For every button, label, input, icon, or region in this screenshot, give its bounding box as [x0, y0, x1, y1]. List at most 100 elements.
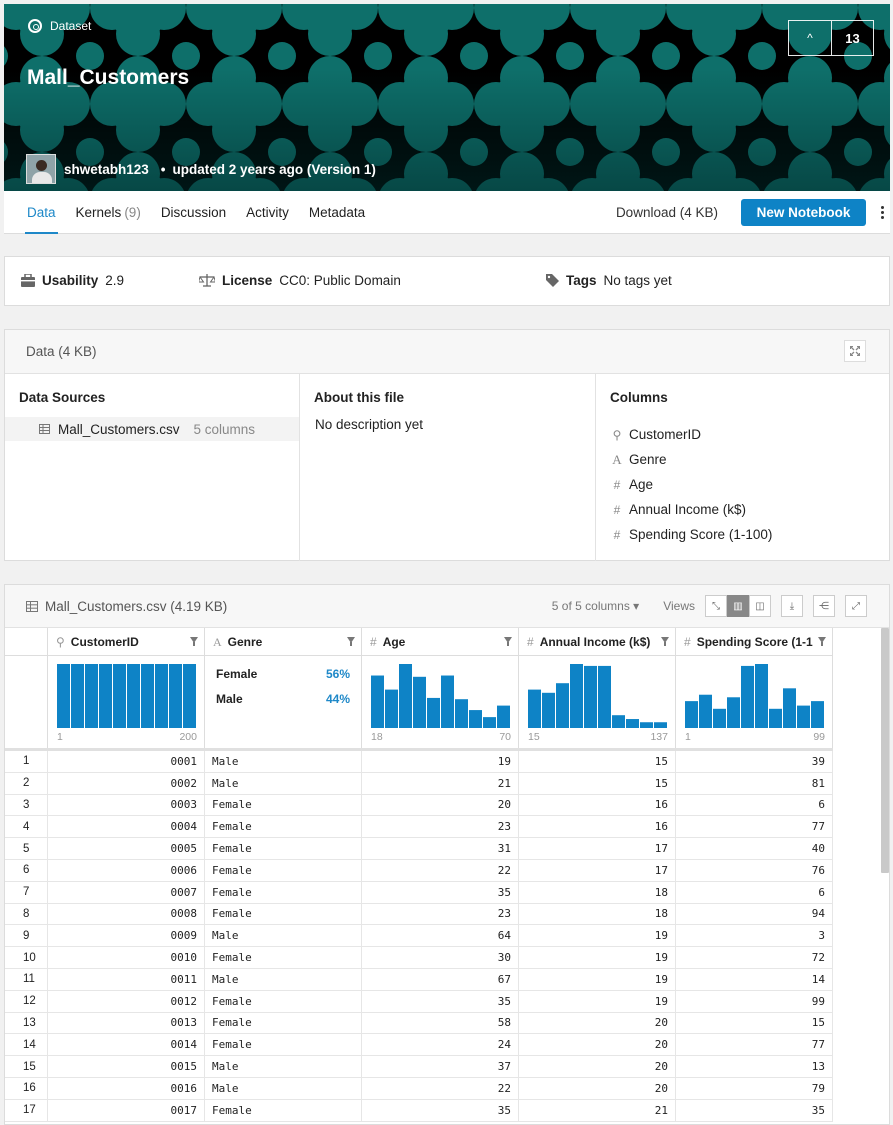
- histogram[interactable]: [371, 664, 511, 728]
- column-header[interactable]: # Age: [362, 628, 519, 656]
- columns-select[interactable]: 5 of 5 columns ▾: [552, 599, 639, 613]
- table-cell: Male: [205, 968, 362, 990]
- table-cell: 37: [362, 1056, 519, 1077]
- table-cell: 6: [676, 881, 833, 903]
- table-cell: 0011: [48, 968, 205, 990]
- table-cell: 77: [676, 816, 833, 838]
- tag-icon: [546, 274, 559, 287]
- table-row: 7 0007 Female 35 18 6: [5, 881, 833, 904]
- expand-icon[interactable]: ⤢: [845, 595, 867, 617]
- filter-icon[interactable]: [190, 637, 198, 646]
- column-header[interactable]: # Spending Score (1-1: [676, 628, 833, 656]
- filter-icon[interactable]: [504, 637, 512, 646]
- histogram-bar: [71, 664, 84, 728]
- table-cell: 0004: [48, 816, 205, 838]
- compact-view-icon[interactable]: ⤡: [705, 595, 727, 617]
- scrollbar[interactable]: [881, 628, 889, 873]
- histogram-bar: [741, 665, 754, 728]
- row-index: 5: [5, 838, 48, 859]
- grid-header-row: ⚲ CustomerID A Genre # Age # Annual Income (…: [5, 628, 833, 656]
- author-link[interactable]: shwetabh123: [64, 162, 149, 177]
- histogram-bar: [469, 710, 482, 728]
- row-index: 11: [5, 968, 48, 990]
- chevron-down-icon: ▾: [633, 599, 640, 613]
- table-row: 8 0008 Female 23 18 94: [5, 903, 833, 926]
- data-overview-panel: Data (4 KB) Data Sources Mall_Customers.…: [4, 329, 890, 561]
- tab-kernels[interactable]: Kernels (9): [66, 191, 151, 234]
- tab-discussion[interactable]: Discussion: [151, 191, 236, 234]
- download-icon[interactable]: ⤓: [781, 595, 803, 617]
- row-index: 15: [5, 1056, 48, 1077]
- column-item[interactable]: # Age: [596, 472, 889, 497]
- table-cell: Female: [205, 838, 362, 859]
- table-cell: 35: [676, 1099, 833, 1121]
- column-item[interactable]: A Genre: [596, 447, 889, 472]
- histogram-bar: [497, 705, 510, 728]
- histogram[interactable]: [528, 664, 668, 728]
- histogram-bar: [99, 664, 112, 728]
- new-notebook-button[interactable]: New Notebook: [741, 198, 866, 226]
- histogram-bar: [783, 688, 796, 728]
- download-button[interactable]: Download (4 KB): [616, 205, 718, 220]
- histogram[interactable]: [685, 664, 825, 728]
- text-type-icon: A: [612, 451, 622, 467]
- vote-widget: ^ 13: [788, 20, 874, 56]
- table-cell: 0008: [48, 903, 205, 925]
- tab-data[interactable]: Data: [17, 191, 66, 234]
- table-row: 6 0006 Female 22 17 76: [5, 859, 833, 882]
- author-avatar[interactable]: [26, 154, 56, 184]
- table-cell: 0009: [48, 925, 205, 947]
- table-cell: 67: [362, 968, 519, 990]
- filter-icon[interactable]: [661, 637, 669, 646]
- column-summary-row: 1 200 Female 56% Male 44% 18 70 15 137 1 9…: [5, 656, 833, 751]
- histogram[interactable]: [57, 664, 197, 728]
- column-view-icon[interactable]: ◫: [749, 595, 771, 617]
- table-cell: 21: [362, 772, 519, 794]
- dataset-icon: [28, 19, 42, 33]
- columns-column: Columns ⚲ CustomerID A Genre # Age # Annual …: [596, 374, 889, 561]
- table-cell: 0001: [48, 751, 205, 772]
- expand-icon[interactable]: [844, 340, 866, 362]
- dataset-meta: shwetabh123 • updated 2 years ago (Versi…: [26, 154, 376, 184]
- category-row[interactable]: Female 56%: [216, 667, 350, 681]
- hash-icon: #: [613, 502, 621, 517]
- column-header[interactable]: ⚲ CustomerID: [48, 628, 205, 656]
- grid-body: 1 0001 Male 19 15 39 2 0002 Male 21 15 81 3 0003 Femal…: [5, 751, 833, 1122]
- column-header[interactable]: # Annual Income (k$): [519, 628, 676, 656]
- tree-icon[interactable]: ⋲: [813, 595, 835, 617]
- table-cell: 23: [362, 903, 519, 925]
- column-header[interactable]: A Genre: [205, 628, 362, 656]
- table-cell: Female: [205, 816, 362, 838]
- text-type-icon: A: [213, 634, 222, 649]
- table-cell: 0012: [48, 990, 205, 1012]
- row-index: 4: [5, 816, 48, 838]
- column-summary: 1 99: [676, 656, 833, 748]
- histogram-bar: [769, 708, 782, 728]
- table-row: 17 0017 Female 35 21 35: [5, 1099, 833, 1122]
- histogram-view-icon[interactable]: ▥: [727, 595, 749, 617]
- table-row: 9 0009 Male 64 19 3: [5, 925, 833, 948]
- histogram-bar: [556, 683, 569, 728]
- scale-icon: [199, 274, 215, 287]
- column-item[interactable]: # Spending Score (1-100): [596, 522, 889, 547]
- histogram-bar: [385, 689, 398, 728]
- filter-icon[interactable]: [347, 637, 355, 646]
- table-cell: 0002: [48, 772, 205, 794]
- filter-icon[interactable]: [818, 637, 826, 646]
- vote-count[interactable]: 13: [831, 20, 874, 56]
- column-item[interactable]: ⚲ CustomerID: [596, 422, 889, 447]
- tab-metadata[interactable]: Metadata: [299, 191, 375, 234]
- histogram-bar: [797, 705, 810, 728]
- dataset-type-label: Dataset: [28, 19, 91, 33]
- tab-activity[interactable]: Activity: [236, 191, 299, 234]
- column-item[interactable]: # Annual Income (k$): [596, 497, 889, 522]
- table-cell: 17: [519, 838, 676, 859]
- more-options-icon[interactable]: [874, 205, 890, 219]
- table-cell: 13: [676, 1056, 833, 1077]
- column-summary: 15 137: [519, 656, 676, 748]
- upvote-button[interactable]: ^: [788, 20, 831, 56]
- license-value[interactable]: CC0: Public Domain: [279, 273, 401, 288]
- table-cell: Male: [205, 751, 362, 772]
- source-file-item[interactable]: Mall_Customers.csv 5 columns: [5, 417, 299, 441]
- category-row[interactable]: Male 44%: [216, 692, 350, 706]
